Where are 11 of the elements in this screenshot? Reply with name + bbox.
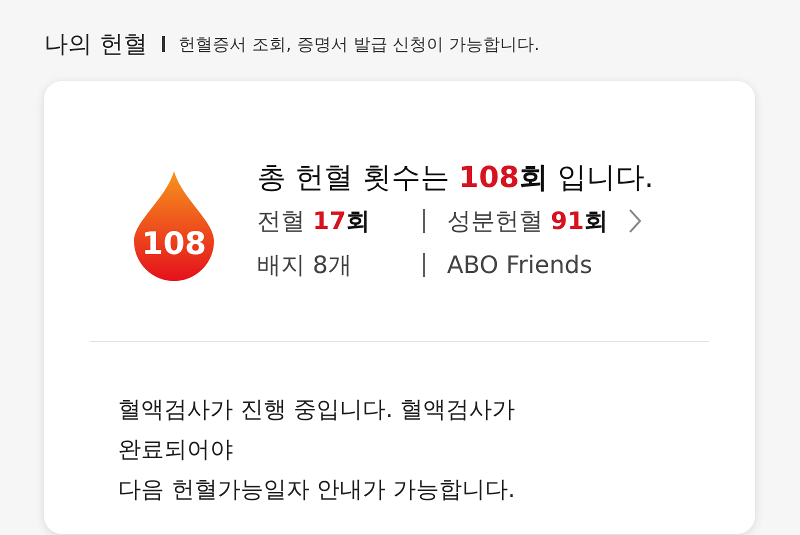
stat-text: ABO Friends (447, 251, 592, 279)
count-number-text: 108 (140, 226, 208, 262)
stat-text: 성분헌혈 91회 (447, 206, 608, 237)
page-title: 나의 헌혈 (44, 29, 148, 60)
total-count-text: 총 헌혈 횟수는 108회 입니다. (257, 159, 654, 196)
chevron-right-icon[interactable] (628, 208, 642, 234)
page-subtitle: 헌혈증서 조회, 증명서 발급 신청이 가능합니다. (178, 34, 540, 56)
blood-drop-icon (133, 169, 215, 281)
stat-text: 배지 8개 (257, 250, 353, 281)
stat-text: 전혈 17회 (257, 206, 372, 237)
status-message: 혈액검사가 진행 중입니다. 혈액검사가 완료되어야 다음 헌혈가능일자 안내가 가능합니다. (117, 396, 516, 505)
